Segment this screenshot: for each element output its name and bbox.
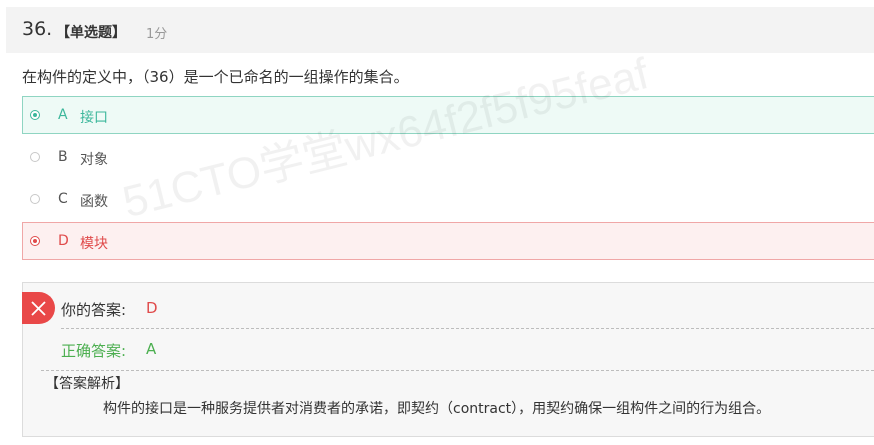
option-text: 对象 <box>80 152 108 168</box>
your-answer-label: 你的答案: <box>61 301 127 319</box>
option-letter: A <box>58 107 68 123</box>
correct-answer-label: 正确答案: <box>61 342 127 360</box>
option-b[interactable]: B 对象 <box>22 138 874 176</box>
option-letter: B <box>58 149 68 165</box>
option-text: 接口 <box>80 110 108 126</box>
question-header: 36. 【单选题】 1分 <box>6 7 874 53</box>
radio-selected-icon[interactable] <box>30 236 40 246</box>
divider <box>61 328 874 329</box>
option-letter: D <box>58 233 69 249</box>
your-answer-value: D <box>146 299 158 317</box>
radio-selected-icon[interactable] <box>30 110 40 120</box>
wrong-answer-badge <box>22 292 55 324</box>
analysis-title: 【答案解析】 <box>45 376 129 392</box>
question-text: 在构件的定义中，（36）是一个已命名的一组操作的集合。 <box>22 68 409 86</box>
answer-result-panel: 你的答案: D 正确答案: A 【答案解析】 构件的接口是一种服务提供者对消费者… <box>22 282 874 437</box>
radio-empty-icon[interactable] <box>30 152 40 162</box>
option-text: 函数 <box>80 194 108 210</box>
option-text: 模块 <box>80 236 108 252</box>
option-c[interactable]: C 函数 <box>22 180 874 218</box>
option-a[interactable]: A 接口 <box>22 96 874 134</box>
radio-empty-icon[interactable] <box>30 194 40 204</box>
option-letter: C <box>58 191 68 207</box>
analysis-text: 构件的接口是一种服务提供者对消费者的承诺，即契约（contract），用契约确保… <box>103 401 771 417</box>
divider <box>41 370 874 371</box>
close-icon <box>31 301 46 316</box>
correct-answer-value: A <box>146 340 157 358</box>
option-d[interactable]: D 模块 <box>22 222 874 260</box>
question-number: 36. <box>22 18 53 40</box>
question-score: 1分 <box>146 27 168 42</box>
question-type: 【单选题】 <box>56 25 126 41</box>
